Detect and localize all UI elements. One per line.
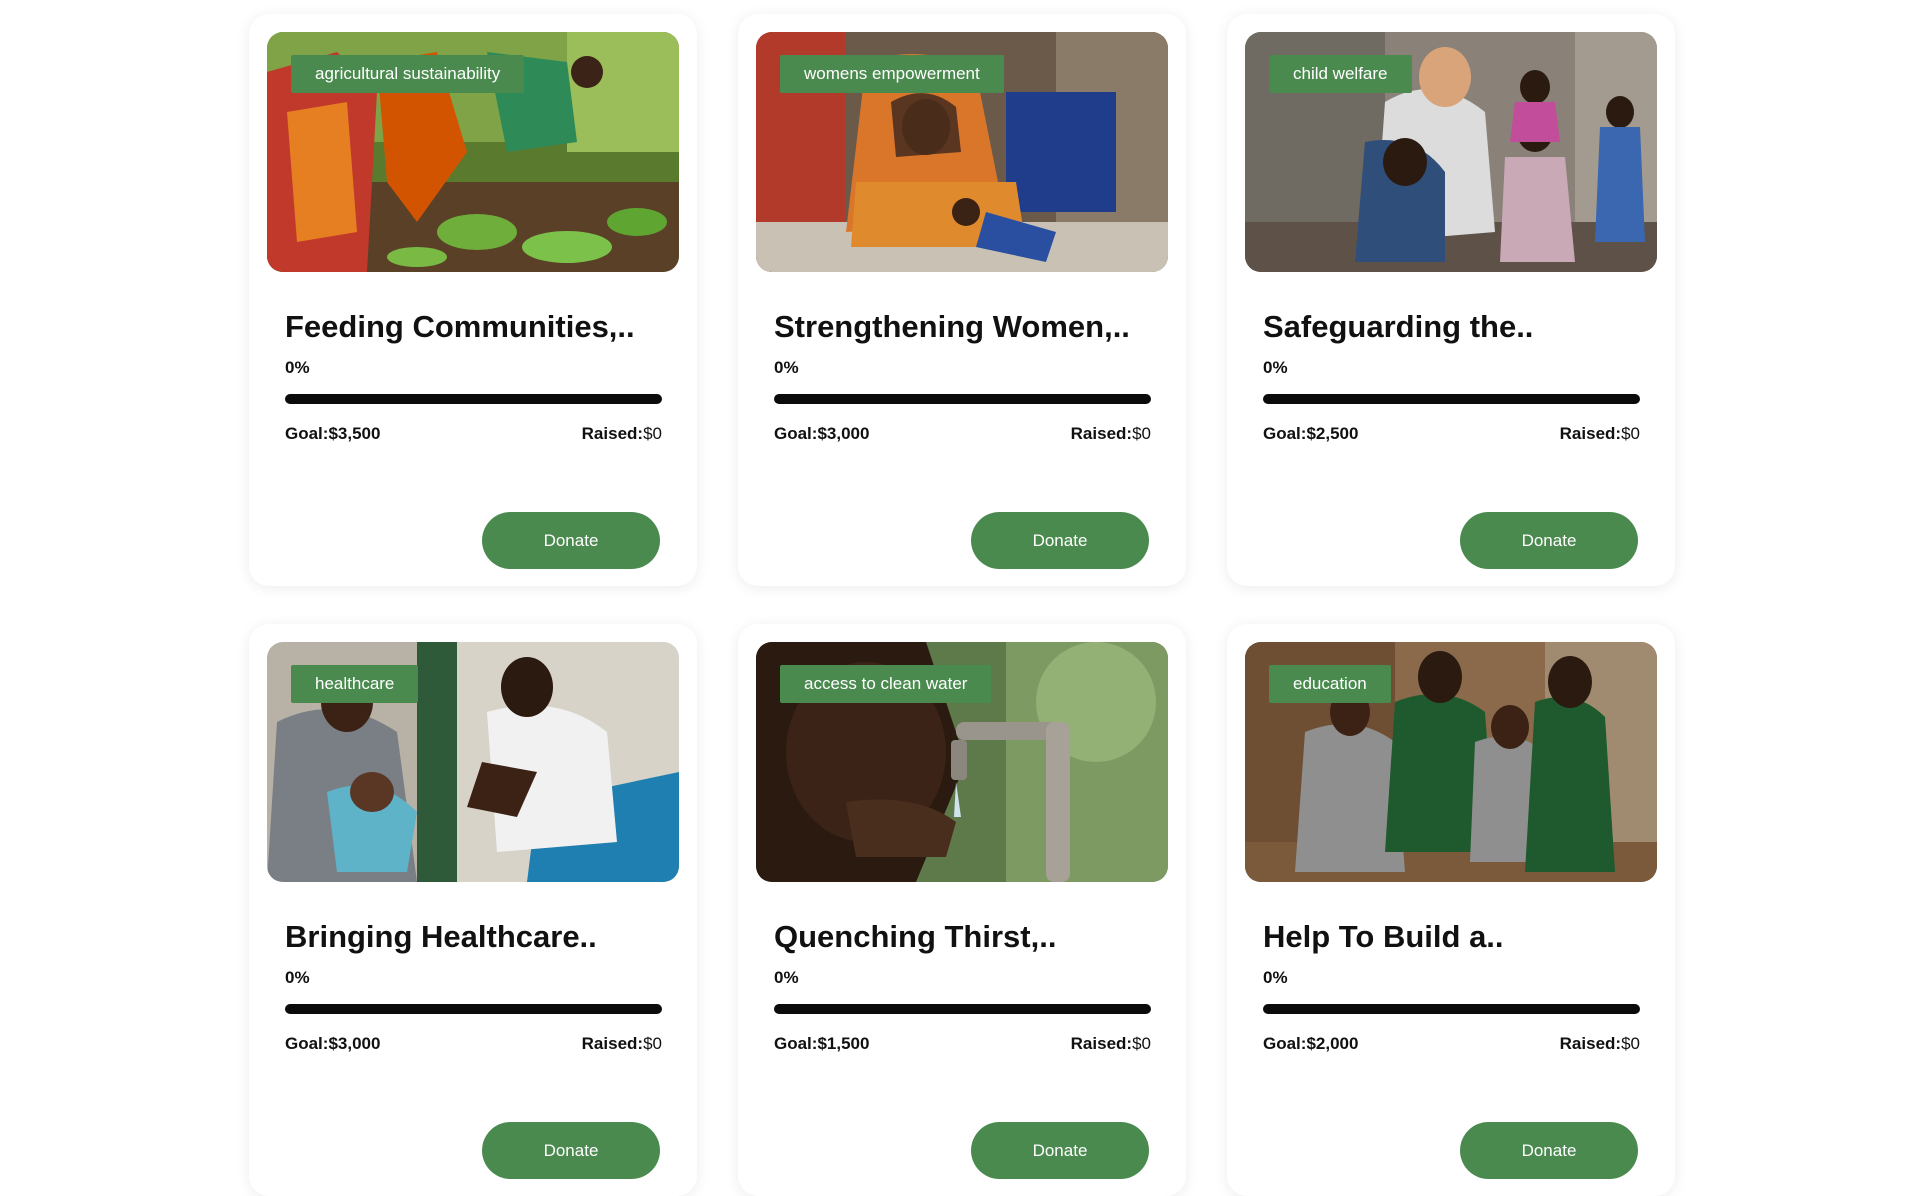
campaign-card: access to clean water Quenching Thirst,.…	[738, 624, 1186, 1196]
progress-bar	[774, 1004, 1151, 1014]
campaign-grid: agricultural sustainability Feeding Comm…	[249, 14, 1675, 1196]
progress-bar	[285, 1004, 662, 1014]
campaign-image: child welfare	[1245, 32, 1657, 272]
campaign-card: agricultural sustainability Feeding Comm…	[249, 14, 697, 586]
progress-percent: 0%	[1263, 968, 1288, 987]
campaign-title[interactable]: Help To Build a..	[1263, 919, 1504, 955]
campaign-card: education Help To Build a.. 0% Goal:$2,0…	[1227, 624, 1675, 1196]
progress-percent: 0%	[774, 968, 799, 987]
campaign-image: education	[1245, 642, 1657, 882]
campaign-title[interactable]: Safeguarding the..	[1263, 309, 1533, 345]
goal-amount: Goal:$3,000	[285, 1034, 381, 1053]
category-tag: healthcare	[291, 665, 419, 703]
campaign-title[interactable]: Feeding Communities,..	[285, 309, 635, 345]
progress-bar	[1263, 1004, 1640, 1014]
category-tag: agricultural sustainability	[291, 55, 525, 93]
category-tag: child welfare	[1269, 55, 1412, 93]
progress-bar	[774, 394, 1151, 404]
campaign-title[interactable]: Quenching Thirst,..	[774, 919, 1056, 955]
donate-button[interactable]: Donate	[971, 512, 1149, 569]
progress-bar	[1263, 394, 1640, 404]
goal-amount: Goal:$3,500	[285, 424, 381, 443]
donate-button[interactable]: Donate	[971, 1122, 1149, 1179]
donate-button[interactable]: Donate	[482, 512, 660, 569]
progress-percent: 0%	[285, 968, 310, 987]
category-tag: education	[1269, 665, 1391, 703]
donate-button[interactable]: Donate	[1460, 1122, 1638, 1179]
raised-amount: Raised:$0	[581, 1034, 662, 1053]
goal-amount: Goal:$2,000	[1263, 1034, 1359, 1053]
raised-amount: Raised:$0	[1559, 1034, 1640, 1053]
category-tag: access to clean water	[780, 665, 992, 703]
raised-amount: Raised:$0	[1559, 424, 1640, 443]
campaign-title[interactable]: Bringing Healthcare..	[285, 919, 597, 955]
goal-amount: Goal:$2,500	[1263, 424, 1359, 443]
progress-percent: 0%	[285, 358, 310, 377]
raised-amount: Raised:$0	[1070, 1034, 1151, 1053]
progress-bar	[285, 394, 662, 404]
campaign-image: healthcare	[267, 642, 679, 882]
donate-button[interactable]: Donate	[1460, 512, 1638, 569]
campaign-image: agricultural sustainability	[267, 32, 679, 272]
category-tag: womens empowerment	[780, 55, 1004, 93]
goal-amount: Goal:$1,500	[774, 1034, 870, 1053]
progress-percent: 0%	[774, 358, 799, 377]
goal-amount: Goal:$3,000	[774, 424, 870, 443]
campaign-card: healthcare Bringing Healthcare.. 0% Goal…	[249, 624, 697, 1196]
campaign-card: child welfare Safeguarding the.. 0% Goal…	[1227, 14, 1675, 586]
campaign-card: womens empowerment Strengthening Women,.…	[738, 14, 1186, 586]
raised-amount: Raised:$0	[581, 424, 662, 443]
campaign-title[interactable]: Strengthening Women,..	[774, 309, 1130, 345]
campaign-image: womens empowerment	[756, 32, 1168, 272]
campaign-image: access to clean water	[756, 642, 1168, 882]
progress-percent: 0%	[1263, 358, 1288, 377]
donate-button[interactable]: Donate	[482, 1122, 660, 1179]
raised-amount: Raised:$0	[1070, 424, 1151, 443]
